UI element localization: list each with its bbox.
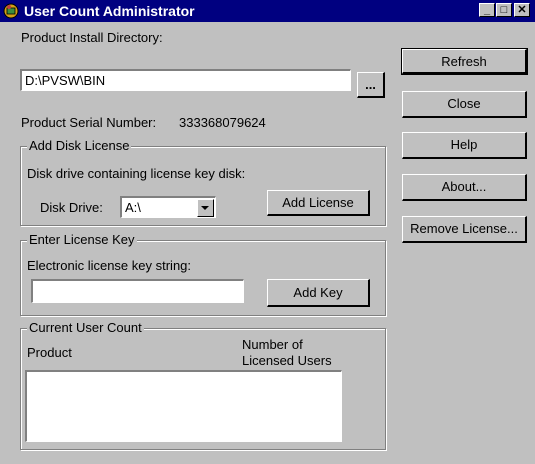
disk-drive-select[interactable]: A:\ [120, 196, 216, 218]
licensed-users-header-line1: Number of [242, 337, 303, 352]
license-key-input[interactable] [31, 279, 244, 303]
disk-drive-label: Disk Drive: [40, 200, 103, 215]
window-title: User Count Administrator [24, 3, 195, 19]
user-count-administrator-window: User Count Administrator _ □ ✕ Product I… [0, 0, 535, 464]
about-button[interactable]: About... [402, 174, 527, 201]
serial-number-value: 333368079624 [179, 115, 266, 130]
close-icon[interactable]: ✕ [514, 3, 530, 17]
add-disk-license-title: Add Disk License [27, 138, 132, 153]
install-directory-value: D:\PVSW\BIN [25, 73, 106, 88]
license-key-description: Electronic license key string: [27, 258, 192, 273]
enter-license-key-title: Enter License Key [27, 232, 137, 247]
disk-drive-value: A:\ [125, 200, 141, 215]
minimize-icon[interactable]: _ [479, 3, 495, 17]
install-directory-label: Product Install Directory: [21, 30, 163, 45]
title-bar[interactable]: User Count Administrator _ □ ✕ [0, 0, 535, 22]
install-directory-field[interactable]: D:\PVSW\BIN [20, 69, 351, 91]
disk-drive-description: Disk drive containing license key disk: [27, 166, 246, 181]
licensed-users-header-line2: Licensed Users [242, 353, 332, 368]
serial-number-label: Product Serial Number: [21, 115, 157, 130]
add-license-button[interactable]: Add License [267, 190, 370, 216]
product-column-header: Product [27, 345, 72, 360]
app-icon [3, 3, 19, 19]
current-user-count-title: Current User Count [27, 320, 144, 335]
add-key-button[interactable]: Add Key [267, 279, 370, 307]
user-count-list[interactable] [25, 370, 342, 442]
remove-license-button[interactable]: Remove License... [402, 216, 527, 243]
chevron-down-icon[interactable] [197, 199, 214, 217]
browse-button[interactable]: ... [357, 72, 385, 98]
refresh-button[interactable]: Refresh [401, 48, 528, 75]
help-button[interactable]: Help [402, 132, 527, 159]
close-button[interactable]: Close [402, 91, 527, 118]
maximize-icon[interactable]: □ [496, 3, 512, 17]
